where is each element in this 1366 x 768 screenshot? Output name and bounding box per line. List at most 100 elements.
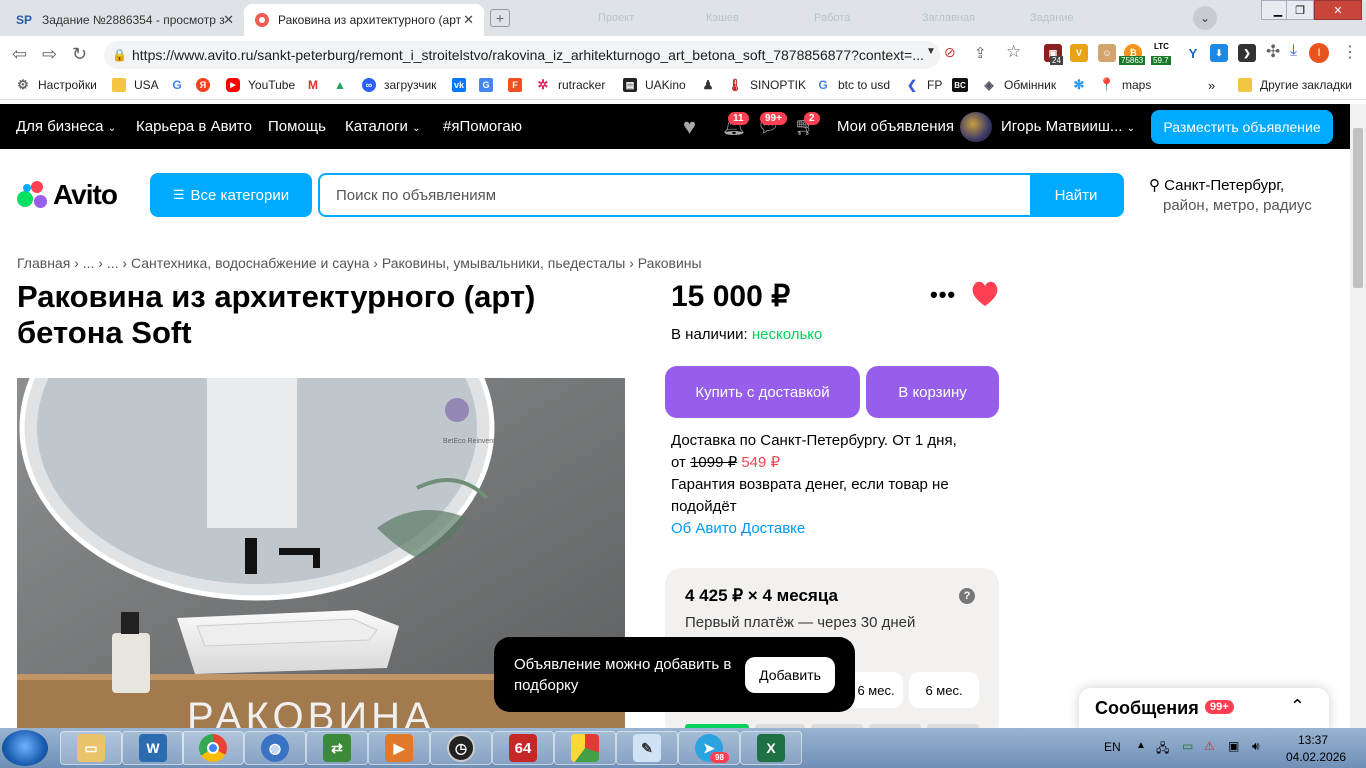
bookmark-loader[interactable]: ∞ загрузчик [362,78,436,92]
kebab-menu-icon[interactable]: ⋮ [1342,42,1358,62]
bookmark-sinoptik[interactable]: 🌡 SINOPTIK [727,78,806,92]
taskbar-app[interactable]: ⇄ [306,731,368,765]
clock-date[interactable]: 04.02.2026 [1286,750,1346,764]
bookmark-youtube[interactable]: ▶ YouTube [226,78,295,92]
nav-for-business[interactable]: Для бизнеса ⌄ [16,118,116,135]
network-icon[interactable]: 🖧 [1156,739,1169,760]
taskbar-chrome[interactable] [182,731,244,765]
buy-with-delivery-button[interactable]: Купить с доставкой [665,366,860,418]
nav-career[interactable]: Карьера в Авито [136,118,252,135]
favorites-heart-icon[interactable]: ♥ [683,114,696,140]
clock-time[interactable]: 13:37 [1298,733,1328,747]
chevron-up-icon[interactable]: ⌃ [1290,696,1305,717]
bookmark-drive[interactable]: ▲ [333,78,355,92]
bookmark-translate[interactable]: G [479,78,501,92]
battery-icon[interactable]: ▭ [1182,739,1193,753]
downloads-icon[interactable]: ⤓ [1290,42,1297,60]
share-icon[interactable]: ⇪ [974,44,987,62]
bookmark-rutracker[interactable]: ✲ rutracker [536,77,606,92]
breadcrumb-item[interactable]: ... [107,255,119,271]
cookie-block-icon[interactable]: ⊘ [944,44,956,61]
bookmark-usa[interactable]: USA [112,78,159,92]
user-menu[interactable]: Игорь Матвииш... ⌄ [1001,118,1135,135]
antivirus-icon[interactable]: ⚠ [1204,739,1215,753]
taskbar-telegram[interactable]: ➤ [678,731,740,765]
volume-icon[interactable]: 🔊︎ [1252,739,1260,754]
toast-add-button[interactable]: Добавить [745,657,835,693]
url-dropdown-icon[interactable]: ▼ [926,46,936,57]
forward-arrow-icon[interactable]: ⇨ [42,44,57,65]
bookmark-bc[interactable]: BC [952,78,976,92]
all-categories-button[interactable]: ☰ Все категории [150,173,312,217]
my-ads-link[interactable]: Мои объявления [837,118,954,135]
taskbar-app[interactable] [554,731,616,765]
profile-avatar[interactable]: I [1309,43,1329,63]
bookmark-star-icon[interactable]: ☆ [1006,42,1021,62]
post-ad-button[interactable]: Разместить объявление [1151,110,1333,144]
back-arrow-icon[interactable]: ⇦ [12,44,27,65]
nav-ya-pomogayu[interactable]: #яПомогаю [443,118,522,135]
taskbar-app[interactable]: ✎ [616,731,678,765]
bookmark-obminnyk[interactable]: ◈ Обмінник [982,78,1056,92]
other-bookmarks[interactable]: Другие закладки [1238,78,1352,92]
language-indicator[interactable]: EN [1104,740,1121,754]
display-icon[interactable]: ▣ [1228,739,1239,753]
location-selector[interactable]: ⚲ Санкт-Петербург, район, метро, радиус [1149,176,1312,216]
bookmark-google[interactable]: G [170,78,192,92]
term-option[interactable]: 6 мес. [849,672,903,708]
bookmark-vk[interactable]: vk [452,78,474,92]
taskbar-app[interactable]: W [122,731,184,765]
bookmark-fp[interactable]: ❮ FP [905,78,942,92]
add-to-cart-button[interactable]: В корзину [866,366,999,418]
bookmark-f[interactable]: F [508,78,530,92]
close-icon[interactable]: ✕ [223,12,234,28]
bookmark-maps[interactable]: 📍 maps [1099,77,1151,92]
term-option[interactable]: 6 мес. [909,672,979,708]
extension-icon[interactable]: ☺ [1098,44,1116,62]
about-delivery-link[interactable]: Об Авито Доставке [671,518,971,540]
breadcrumb-item[interactable]: Раковины, умывальники, пьедесталы [382,255,625,271]
new-tab-button[interactable]: + [490,9,510,27]
start-button[interactable] [2,730,48,766]
extension-icon[interactable]: V [1070,44,1088,62]
avito-logo[interactable]: Avito [17,179,118,211]
taskbar-explorer[interactable]: ▭ [60,731,122,765]
taskbar-app[interactable]: ◷ [430,731,492,765]
messages-widget[interactable]: Сообщения 99+ ⌃ [1079,688,1329,728]
bookmark-settings[interactable]: ⚙ Настройки [16,77,97,92]
page-scrollbar[interactable] [1350,104,1366,728]
bookmark-yandex[interactable]: Я [196,78,218,92]
close-window-button[interactable]: ✕ [1314,0,1362,20]
close-icon[interactable]: ✕ [463,12,474,28]
nav-help[interactable]: Помощь [268,118,326,135]
breadcrumb-item[interactable]: Главная [17,255,70,271]
puzzle-icon[interactable]: ✣ [1266,42,1280,62]
extension-icon[interactable]: ❯ [1238,44,1256,62]
taskbar-excel[interactable]: X [740,731,802,765]
tab-zadanie[interactable]: SP Задание №2886354 - просмотр з ✕ [4,4,244,36]
tab-avito-active[interactable]: Раковина из архитектурного (арт ✕ [244,4,484,36]
tray-expand-icon[interactable]: ▲ [1136,740,1146,751]
tab-search-chevron-icon[interactable]: ⌄ [1193,6,1217,30]
bookmark-uakino[interactable]: ▤ UAKino [623,78,686,92]
reload-icon[interactable]: ↻ [72,44,87,65]
bookmark-snowflake[interactable]: ✻ [1072,77,1094,92]
bookmarks-overflow-button[interactable]: » [1208,78,1215,93]
extension-icon[interactable]: Y [1184,44,1202,62]
maximize-button[interactable]: ❐ [1286,0,1314,20]
breadcrumb-item[interactable]: Сантехника, водоснабжение и сауна [131,255,369,271]
bookmark-person[interactable]: ♟ [701,78,723,92]
taskbar-app[interactable]: ◍ [244,731,306,765]
favorite-heart-icon[interactable] [970,280,1000,313]
find-button[interactable]: Найти [1030,175,1122,215]
bookmark-gmail[interactable]: M [306,78,328,92]
help-question-icon[interactable]: ? [959,588,975,604]
more-options-icon[interactable]: ••• [930,282,956,308]
breadcrumb-item[interactable]: ... [83,255,95,271]
taskbar-app[interactable]: 64 [492,731,554,765]
url-field[interactable]: 🔒 https://www.avito.ru/sankt-peterburg/r… [104,41,940,69]
nav-catalogs[interactable]: Каталоги ⌄ [345,118,420,135]
scrollbar-thumb[interactable] [1353,128,1363,288]
download-ext-icon[interactable]: ⬇ [1210,44,1228,62]
search-input[interactable] [320,175,1030,215]
